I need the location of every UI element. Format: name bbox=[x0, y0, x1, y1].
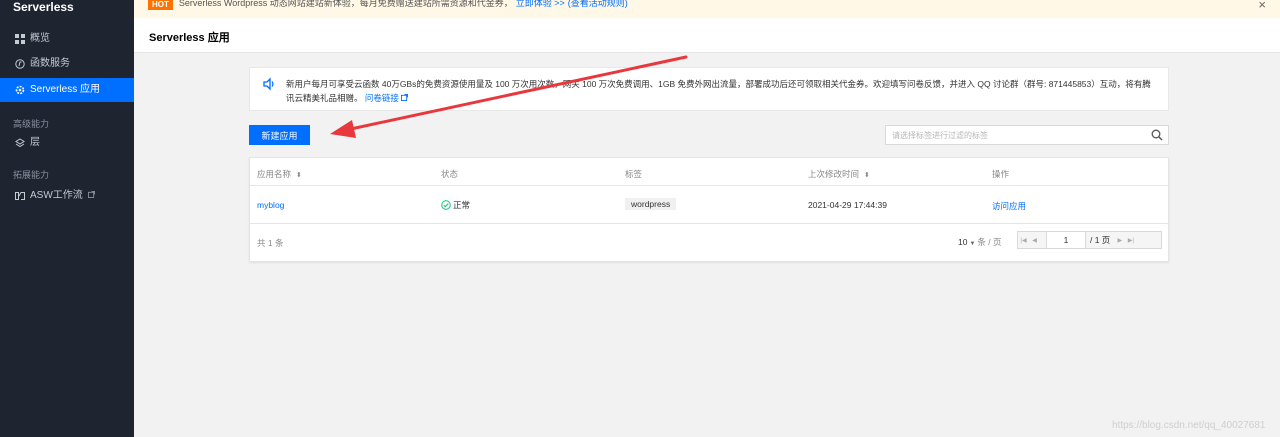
page-header: Serverless 应用 bbox=[134, 18, 1280, 53]
sidebar-item-label: ASW工作流 bbox=[30, 190, 83, 201]
sidebar-item-overview[interactable]: 概览 bbox=[0, 27, 134, 51]
tag-search[interactable] bbox=[885, 125, 1169, 145]
sidebar-item-layers[interactable]: 层 bbox=[0, 131, 134, 155]
sort-icon[interactable]: ⬍ bbox=[296, 172, 302, 179]
app-table: 应用名称 ⬍ 状态 标签 上次修改时间 ⬍ 操作 myblog 正常 wordpre… bbox=[249, 157, 1169, 262]
sidebar-item-workflow[interactable]: ASW工作流 bbox=[0, 184, 134, 208]
sidebar-item-label: 概览 bbox=[30, 33, 50, 44]
sidebar-item-label: 层 bbox=[30, 137, 40, 148]
page-number-input[interactable] bbox=[1046, 232, 1086, 248]
external-link-icon bbox=[87, 184, 95, 208]
check-circle-icon bbox=[441, 200, 451, 210]
next-page-icon[interactable]: ▶ bbox=[1114, 232, 1125, 248]
column-header-action: 操作 bbox=[992, 169, 1010, 179]
total-pages: / 1 页 bbox=[1090, 235, 1111, 245]
column-label: 上次修改时间 bbox=[808, 169, 860, 179]
page-size-select[interactable]: 10 ▼ 条 / 页 bbox=[958, 236, 1002, 248]
column-label: 应用名称 bbox=[257, 169, 292, 179]
promo-try-link[interactable]: 立即体验 >> bbox=[516, 0, 565, 8]
caret-down-icon: ▼ bbox=[969, 241, 976, 247]
pagination: |◀ ◀ / 1 页 ▶ ▶| bbox=[1017, 231, 1162, 249]
external-link-icon bbox=[401, 94, 409, 101]
page-title: Serverless 应用 bbox=[149, 32, 230, 44]
sidebar-item-label: 函数服务 bbox=[30, 58, 70, 69]
sidebar-item-functions[interactable]: 函数服务 bbox=[0, 52, 134, 76]
column-header-name[interactable]: 应用名称 ⬍ bbox=[257, 168, 302, 180]
table-header: 应用名称 ⬍ 状态 标签 上次修改时间 ⬍ 操作 bbox=[250, 158, 1168, 186]
app-name-link[interactable]: myblog bbox=[257, 200, 284, 210]
sidebar-item-serverless-app[interactable]: Serverless 应用 bbox=[0, 78, 134, 102]
search-icon[interactable] bbox=[1151, 129, 1163, 141]
promo-banner: HOT Serverless Wordpress 动态网站建站新体验，每月免费赠… bbox=[134, 0, 1280, 18]
table-row: myblog 正常 wordpress 2021-04-29 17:44:39 … bbox=[250, 186, 1168, 224]
workflow-icon bbox=[14, 191, 25, 202]
modified-time: 2021-04-29 17:44:39 bbox=[808, 200, 887, 210]
survey-link[interactable]: 问卷链接 bbox=[364, 93, 409, 103]
grid-icon bbox=[14, 34, 25, 45]
new-app-button[interactable]: 新建应用 bbox=[249, 125, 310, 145]
last-page-icon[interactable]: ▶| bbox=[1125, 232, 1136, 248]
gear-icon bbox=[14, 85, 25, 96]
function-icon bbox=[14, 59, 25, 70]
layers-icon bbox=[14, 138, 25, 149]
column-header-tag: 标签 bbox=[625, 169, 643, 179]
promo-text: Serverless Wordpress 动态网站建站新体验，每月免费赠送建站所… bbox=[178, 0, 513, 8]
table-footer: 共 1 条 10▼条 / 页 |◀ ◀ / 1 页 ▶ ▶| bbox=[250, 224, 1168, 261]
sidebar: Serverless 概览 函数服务 Serverless 应用 高级能力 层 … bbox=[0, 0, 134, 437]
sort-icon[interactable]: ⬍ bbox=[864, 172, 870, 179]
survey-link-label: 问卷链接 bbox=[364, 93, 399, 103]
sidebar-title: Serverless bbox=[13, 0, 74, 14]
tag-badge: wordpress bbox=[625, 198, 677, 210]
status-cell: 正常 bbox=[441, 199, 470, 211]
watermark: https://blog.csdn.net/qq_40027681 bbox=[1112, 420, 1266, 431]
notice-box: 新用户每月可享受云函数 40万GBs的免费资源使用量及 100 万次用次数，网关… bbox=[249, 67, 1169, 111]
page-size-value: 10 bbox=[958, 237, 968, 247]
column-header-modified[interactable]: 上次修改时间 ⬍ bbox=[808, 168, 870, 180]
notice-body: 新用户每月可享受云函数 40万GBs的免费资源使用量及 100 万次用次数，网关… bbox=[286, 79, 1151, 103]
prev-page-icon[interactable]: ◀ bbox=[1029, 232, 1040, 248]
speaker-icon bbox=[262, 77, 276, 91]
search-input[interactable] bbox=[892, 128, 1147, 142]
visit-app-link[interactable]: 访问应用 bbox=[992, 200, 1026, 212]
first-page-icon[interactable]: |◀ bbox=[1018, 232, 1029, 248]
status-text: 正常 bbox=[453, 200, 471, 210]
sidebar-section-advanced: 高级能力 bbox=[13, 119, 50, 129]
sidebar-section-extension: 拓展能力 bbox=[13, 170, 50, 180]
page-size-unit: 条 / 页 bbox=[977, 237, 1002, 247]
notice-text: 新用户每月可享受云函数 40万GBs的免费资源使用量及 100 万次用次数，网关… bbox=[286, 77, 1156, 105]
promo-rules-link[interactable]: (查看活动规则) bbox=[568, 0, 628, 8]
column-header-status: 状态 bbox=[441, 169, 459, 179]
sidebar-item-label: Serverless 应用 bbox=[30, 84, 101, 95]
total-count: 共 1 条 bbox=[257, 238, 284, 248]
close-icon[interactable]: × bbox=[1258, 0, 1266, 12]
hot-badge: HOT bbox=[148, 0, 173, 10]
